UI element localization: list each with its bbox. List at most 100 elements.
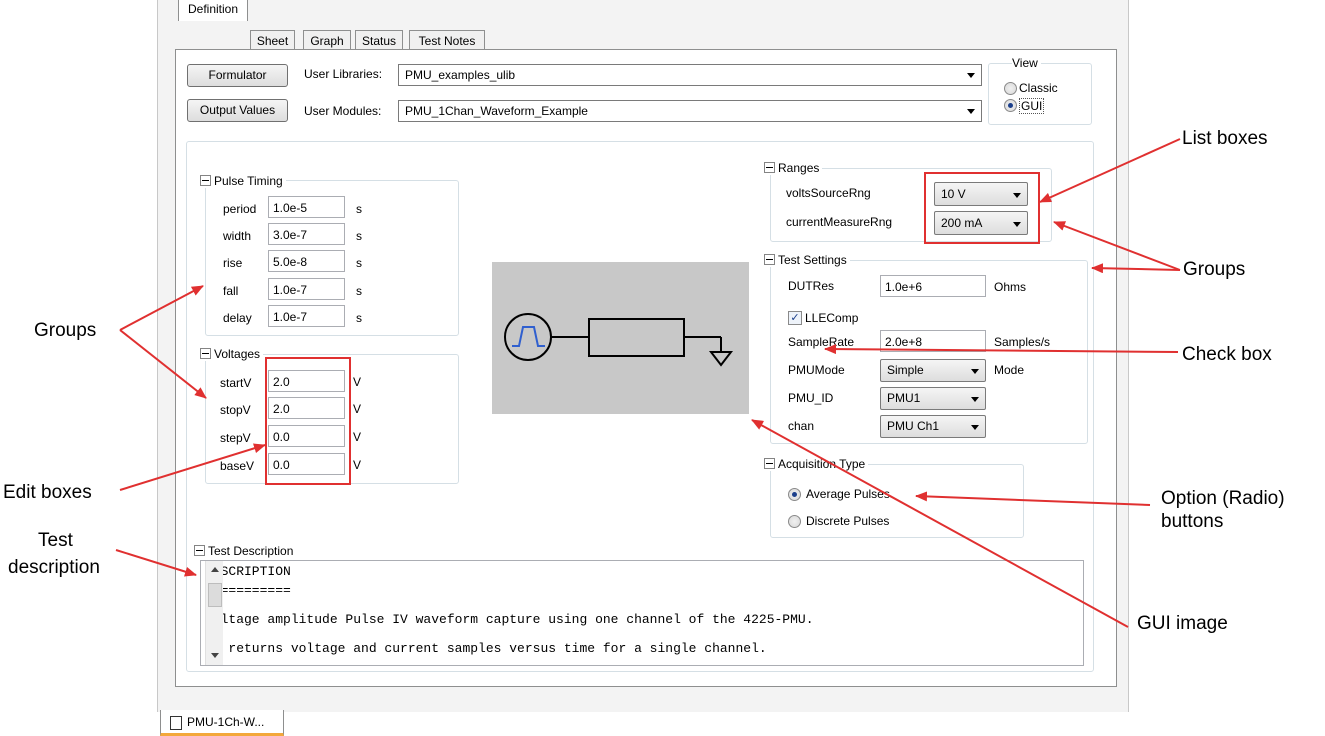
chevron-down-icon (971, 425, 979, 430)
delay-unit: s (356, 311, 362, 325)
pulse-timing-title[interactable]: Pulse Timing (200, 174, 286, 188)
collapse-icon[interactable] (200, 348, 211, 359)
tab-definition[interactable]: Definition (178, 0, 248, 21)
samplerate-label: SampleRate (788, 335, 855, 349)
scroll-up-icon[interactable] (211, 567, 219, 572)
llecomp-checkbox[interactable]: ✓ (788, 311, 802, 325)
chan-select[interactable]: PMU Ch1 (880, 415, 986, 438)
pmuid-select[interactable]: PMU1 (880, 387, 986, 410)
dutres-field[interactable]: 1.0e+6 (880, 275, 986, 297)
annotation-gui-image: GUI image (1137, 613, 1228, 634)
llecomp-label: LLEComp (805, 311, 859, 325)
scroll-down-icon[interactable] (211, 653, 219, 658)
pmuid-value: PMU1 (887, 391, 921, 405)
collapse-icon[interactable] (764, 162, 775, 173)
dutres-unit: Ohms (994, 280, 1027, 294)
annotation-groups-right: Groups (1183, 259, 1246, 280)
fall-unit: s (356, 284, 362, 298)
chevron-down-icon (967, 109, 975, 114)
ranges-title[interactable]: Ranges (764, 161, 823, 175)
description-line: Voltage amplitude Pulse IV waveform capt… (205, 612, 814, 627)
pmumode-label: PMUMode (788, 363, 845, 377)
samplerate-field[interactable]: 2.0e+8 (880, 330, 986, 352)
rise-unit: s (356, 256, 362, 270)
annotation-list-boxes: List boxes (1182, 128, 1268, 149)
view-classic-radio[interactable] (1004, 82, 1017, 95)
document-icon (170, 716, 182, 730)
delay-field[interactable]: 1.0e-7 (268, 305, 345, 327)
ranges-title-text: Ranges (778, 161, 820, 175)
chevron-down-icon (971, 397, 979, 402)
basev-label: baseV (220, 459, 255, 473)
delay-label: delay (223, 311, 252, 325)
description-line: It returns voltage and current samples v… (205, 641, 767, 656)
acquisition-type-title[interactable]: Acquisition Type (764, 457, 869, 471)
pmuid-label: PMU_ID (788, 391, 834, 405)
basev-unit: V (353, 458, 362, 472)
pmumode-value: Simple (887, 363, 924, 377)
scroll-thumb[interactable] (208, 583, 222, 607)
stopv-unit: V (353, 402, 362, 416)
annotation-option-buttons-2: buttons (1161, 511, 1224, 532)
current-measure-rng-label: currentMeasureRng (786, 215, 893, 229)
width-field[interactable]: 3.0e-7 (268, 223, 345, 245)
startv-label: startV (220, 376, 252, 390)
edit-boxes-highlight (265, 357, 351, 485)
rise-field[interactable]: 5.0e-8 (268, 250, 345, 272)
voltages-title-text: Voltages (214, 347, 261, 361)
annotation-option-buttons-1: Option (Radio) (1161, 488, 1285, 509)
test-description-textarea[interactable]: DESCRIPTION =========== Voltage amplitud… (200, 560, 1084, 666)
period-label: period (223, 202, 257, 216)
view-classic-label: Classic (1019, 81, 1058, 95)
bottom-document-tab[interactable]: PMU-1Ch-W... (160, 710, 284, 736)
pmumode-select[interactable]: Simple (880, 359, 986, 382)
rise-label: rise (223, 256, 243, 270)
stepv-unit: V (353, 430, 362, 444)
acquisition-type-title-text: Acquisition Type (778, 457, 866, 471)
startv-unit: V (353, 375, 362, 389)
average-pulses-radio[interactable] (788, 488, 801, 501)
bottom-tab-label: PMU-1Ch-W... (187, 715, 265, 729)
collapse-icon[interactable] (194, 545, 205, 556)
period-field[interactable]: 1.0e-5 (268, 196, 345, 218)
pmumode-unit: Mode (994, 363, 1025, 377)
chevron-down-icon (971, 369, 979, 374)
pulse-timing-title-text: Pulse Timing (214, 174, 283, 188)
chan-label: chan (788, 419, 815, 433)
average-pulses-label: Average Pulses (806, 487, 890, 501)
user-libraries-label: User Libraries: (304, 67, 383, 81)
list-boxes-highlight (924, 172, 1040, 244)
annotation-check-box: Check box (1182, 344, 1272, 365)
user-modules-label: User Modules: (304, 104, 382, 118)
annotation-test-desc-1: Test (38, 530, 73, 551)
view-gui-radio[interactable] (1004, 99, 1017, 112)
test-description-title[interactable]: Test Description (194, 544, 297, 558)
chevron-down-icon (967, 73, 975, 78)
annotation-groups-left: Groups (34, 320, 97, 341)
chan-value: PMU Ch1 (887, 419, 940, 433)
dutres-label: DUTRes (788, 279, 835, 293)
formulator-button[interactable]: Formulator (187, 64, 288, 87)
test-settings-title-text: Test Settings (778, 253, 847, 267)
test-settings-title[interactable]: Test Settings (764, 253, 850, 267)
view-gui-label: GUI (1019, 98, 1045, 114)
collapse-icon[interactable] (764, 458, 775, 469)
voltages-title[interactable]: Voltages (200, 347, 264, 361)
samplerate-unit: Samples/s (994, 335, 1051, 349)
fall-field[interactable]: 1.0e-7 (268, 278, 345, 300)
discrete-pulses-radio[interactable] (788, 515, 801, 528)
view-group-title: View (1012, 56, 1041, 70)
stopv-label: stopV (220, 403, 251, 417)
stepv-label: stepV (220, 431, 251, 445)
pulse-circuit-diagram (504, 313, 734, 367)
user-modules-select[interactable]: PMU_1Chan_Waveform_Example (398, 100, 982, 122)
user-libraries-select[interactable]: PMU_examples_ulib (398, 64, 982, 86)
volts-source-rng-label: voltsSourceRng (786, 186, 871, 200)
collapse-icon[interactable] (200, 175, 211, 186)
collapse-icon[interactable] (764, 254, 775, 265)
description-scrollbar[interactable] (205, 561, 223, 665)
output-values-button[interactable]: Output Values (187, 99, 288, 122)
test-description-title-text: Test Description (208, 544, 294, 558)
fall-label: fall (223, 284, 239, 298)
gui-image (492, 262, 749, 414)
